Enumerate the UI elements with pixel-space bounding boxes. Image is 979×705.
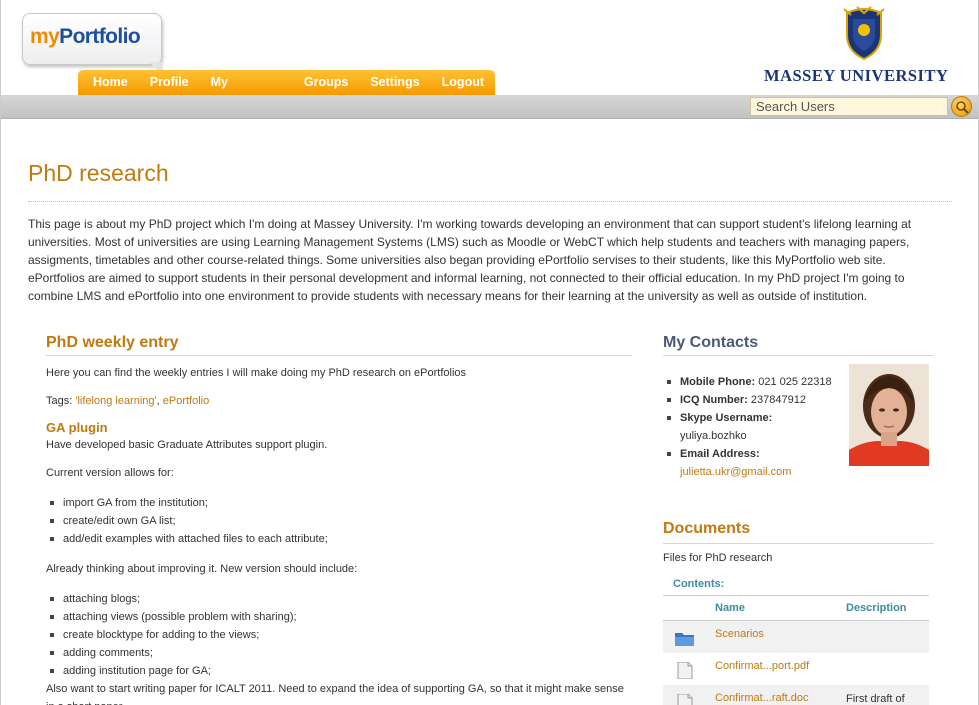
page-title: PhD research <box>28 160 169 186</box>
list-item: create blocktype for adding to the views… <box>46 626 632 644</box>
folder-icon <box>675 633 694 646</box>
contact-icq: ICQ Number: 237847912 <box>663 391 843 409</box>
table-header: Name Description <box>663 596 929 621</box>
post-title[interactable]: GA plugin <box>46 420 632 435</box>
list-item: attaching views (possible problem with s… <box>46 608 632 626</box>
sidebar: My Contacts Mobile Phone: 021 025 22318 … <box>663 334 934 705</box>
logo-my: my <box>30 25 60 48</box>
skype-value: yuliya.bozhko <box>680 430 747 442</box>
mobile-label: Mobile Phone: <box>680 376 756 388</box>
search-users-input[interactable]: Search Users <box>750 97 948 116</box>
paper-note: Also want to start writing paper for ICA… <box>46 683 624 705</box>
documents-divider <box>663 543 934 544</box>
table-row[interactable]: Confirmat...raft.doc First draft of <box>663 685 929 705</box>
contact-skype: Skype Username: <box>663 409 843 427</box>
block-divider <box>46 355 632 356</box>
post-intro: Have developed basic Graduate Attributes… <box>46 439 328 451</box>
mobile-value: 021 025 22318 <box>755 376 832 388</box>
list-item: create/edit own GA list; <box>46 512 632 530</box>
list-item: import GA from the institution; <box>46 494 632 512</box>
table-row[interactable]: Confirmat...port.pdf <box>663 653 929 685</box>
tags-line: Tags: 'lifelong learning', ePortfolio <box>46 394 632 408</box>
nav-settings[interactable]: Settings <box>359 70 430 95</box>
weekly-entry-block: PhD weekly entry Here you can find the w… <box>46 334 632 705</box>
file-name[interactable]: Confirmat...port.pdf <box>715 660 809 672</box>
tag-eportfolio[interactable]: ePortfolio <box>163 395 209 407</box>
list-item: add/edit examples with attached files to… <box>46 530 632 548</box>
documents-table: Name Description Scenarios Confirmat...p… <box>663 595 929 705</box>
email-link[interactable]: julietta.ukr@gmail.com <box>663 463 843 481</box>
tag-lifelong-learning[interactable]: 'lifelong learning' <box>75 395 156 407</box>
nav-logout[interactable]: Logout <box>431 70 495 95</box>
nav-home[interactable]: Home <box>82 70 139 95</box>
icq-value: 237847912 <box>747 394 806 406</box>
weekly-entry-desc: Here you can find the weekly entries I w… <box>46 367 467 379</box>
contents-label: Contents: <box>673 578 725 590</box>
improve-list: attaching blogs; attaching views (possib… <box>46 590 632 680</box>
page-intro: This page is about my PhD project which … <box>28 217 912 303</box>
email-label: Email Address: <box>680 448 760 460</box>
university-name: MASSEY UNIVERSITY <box>764 66 949 85</box>
contact-mobile: Mobile Phone: 021 025 22318 <box>663 373 843 391</box>
contacts-divider <box>663 355 934 356</box>
documents-desc: Files for PhD research <box>663 552 773 564</box>
file-icon <box>677 662 693 679</box>
icq-label: ICQ Number: <box>680 394 748 406</box>
file-name[interactable]: Scenarios <box>715 628 764 640</box>
nav-profile[interactable]: Profile <box>139 70 200 95</box>
nav-my-portfolio[interactable]: My Portfolio <box>200 70 293 114</box>
list-item: adding comments; <box>46 644 632 662</box>
profile-photo-image <box>849 364 929 466</box>
improve-label: Already thinking about improving it. New… <box>46 563 358 575</box>
file-name[interactable]: Confirmat...raft.doc <box>715 692 809 704</box>
skype-label: Skype Username: <box>680 412 773 424</box>
contact-email: Email Address: <box>663 445 843 463</box>
contacts-list: Mobile Phone: 021 025 22318 ICQ Number: … <box>663 373 843 481</box>
contacts-title: My Contacts <box>663 334 759 351</box>
col-description-header[interactable]: Description <box>846 602 907 614</box>
list-item: adding institution page for GA; <box>46 662 632 680</box>
logo-text: myPortfolio <box>30 25 141 49</box>
file-icon <box>677 694 693 705</box>
myportfolio-logo[interactable]: myPortfolio <box>22 13 165 76</box>
allows-label: Current version allows for: <box>46 467 174 479</box>
search-icon <box>956 101 969 114</box>
logo-portfolio: Portfolio <box>59 25 141 48</box>
massey-crest-icon <box>843 6 885 61</box>
nav-groups[interactable]: Groups <box>293 70 359 95</box>
weekly-entry-title[interactable]: PhD weekly entry <box>46 334 632 355</box>
file-desc: First draft of <box>846 693 905 705</box>
main-nav: Home Profile My Portfolio Groups Setting… <box>78 70 495 114</box>
list-item: attaching blogs; <box>46 590 632 608</box>
profile-photo <box>849 364 929 466</box>
col-name-header[interactable]: Name <box>715 602 745 614</box>
documents-title: Documents <box>663 520 751 537</box>
table-row[interactable]: Scenarios <box>663 621 929 653</box>
tags-label: Tags: <box>46 395 76 407</box>
page-frame: myPortfolio Home Profile My Portfolio Gr… <box>0 0 979 705</box>
title-divider <box>28 201 952 202</box>
allows-list: import GA from the institution; create/e… <box>46 494 632 548</box>
search-button[interactable] <box>951 96 972 117</box>
